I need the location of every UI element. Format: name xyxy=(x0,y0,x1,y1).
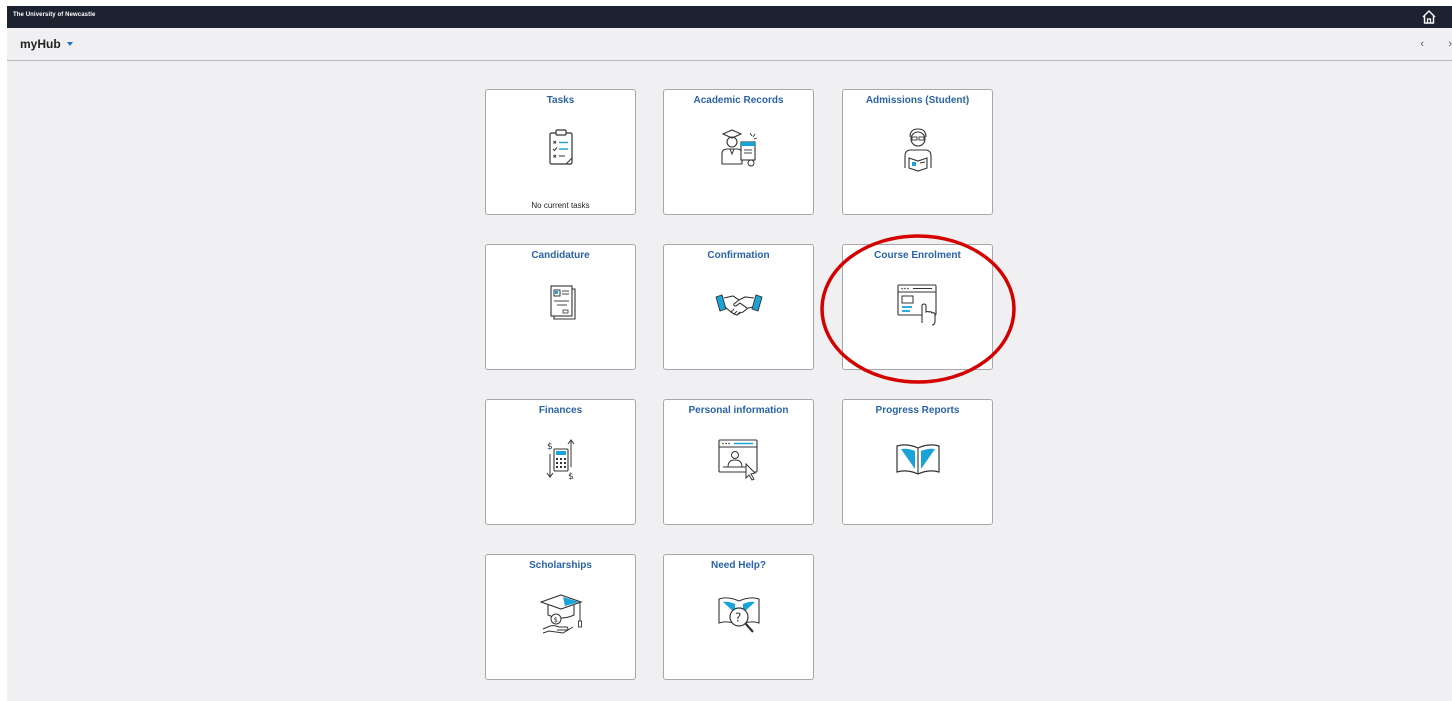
tile-title: Admissions (Student) xyxy=(865,95,970,106)
help-book-icon: ? xyxy=(717,597,760,633)
tile-title: Progress Reports xyxy=(875,405,960,416)
handshake-icon xyxy=(714,294,763,316)
top-bar: The University of Newcastle xyxy=(7,6,1452,28)
scholarship-cap-icon: $ xyxy=(538,594,583,634)
next-arrow-button[interactable]: › xyxy=(1448,38,1452,50)
tile-title: Tasks xyxy=(546,95,575,106)
tile-personal-information[interactable]: Personal information xyxy=(663,399,814,525)
money-transfer-icon: $ $ xyxy=(546,439,574,482)
svg-text:$: $ xyxy=(568,472,574,482)
university-brand: The University of Newcastle xyxy=(13,12,96,18)
tile-course-enrolment[interactable]: Course Enrolment xyxy=(842,244,993,370)
tile-title: Academic Records xyxy=(693,95,784,106)
tile-finances[interactable]: Finances $ $ xyxy=(485,399,636,525)
tile-title: Candidature xyxy=(531,250,590,261)
svg-text:$: $ xyxy=(553,616,557,624)
browser-click-icon xyxy=(896,284,937,326)
graduate-certificate-icon xyxy=(720,129,757,167)
tile-tasks[interactable]: Tasks No current tasks xyxy=(485,89,636,215)
tile-admissions-student[interactable]: Admissions (Student) xyxy=(842,89,993,215)
myhub-menu-button[interactable]: myHub xyxy=(20,37,73,51)
svg-text:$: $ xyxy=(547,442,553,452)
page-title: myHub xyxy=(20,37,61,51)
document-stack-icon xyxy=(549,285,576,320)
tile-scholarships[interactable]: Scholarships $ xyxy=(485,554,636,680)
tile-title: Finances xyxy=(538,405,583,416)
clipboard-checklist-icon xyxy=(548,129,573,165)
tile-title: Course Enrolment xyxy=(874,250,961,261)
sub-header: myHub ‹ › xyxy=(7,28,1452,61)
tile-candidature[interactable]: Candidature xyxy=(485,244,636,370)
tile-title: Confirmation xyxy=(707,250,770,261)
chevron-down-icon xyxy=(66,42,73,46)
previous-arrow-button[interactable]: ‹ xyxy=(1420,38,1424,50)
profile-window-icon xyxy=(717,439,758,481)
tile-academic-records[interactable]: Academic Records xyxy=(663,89,814,215)
student-reading-icon xyxy=(903,128,932,172)
svg-text:?: ? xyxy=(735,611,741,625)
tile-title: Personal information xyxy=(688,405,789,416)
tile-title: Scholarships xyxy=(529,560,592,571)
tile-title: Need Help? xyxy=(710,560,766,571)
tasks-status: No current tasks xyxy=(531,201,590,210)
tile-progress-reports[interactable]: Progress Reports xyxy=(842,399,993,525)
tile-confirmation[interactable]: Confirmation xyxy=(663,244,814,370)
home-icon[interactable] xyxy=(1420,8,1438,26)
tile-need-help[interactable]: Need Help? ? xyxy=(663,554,814,680)
open-book-icon xyxy=(895,444,940,475)
